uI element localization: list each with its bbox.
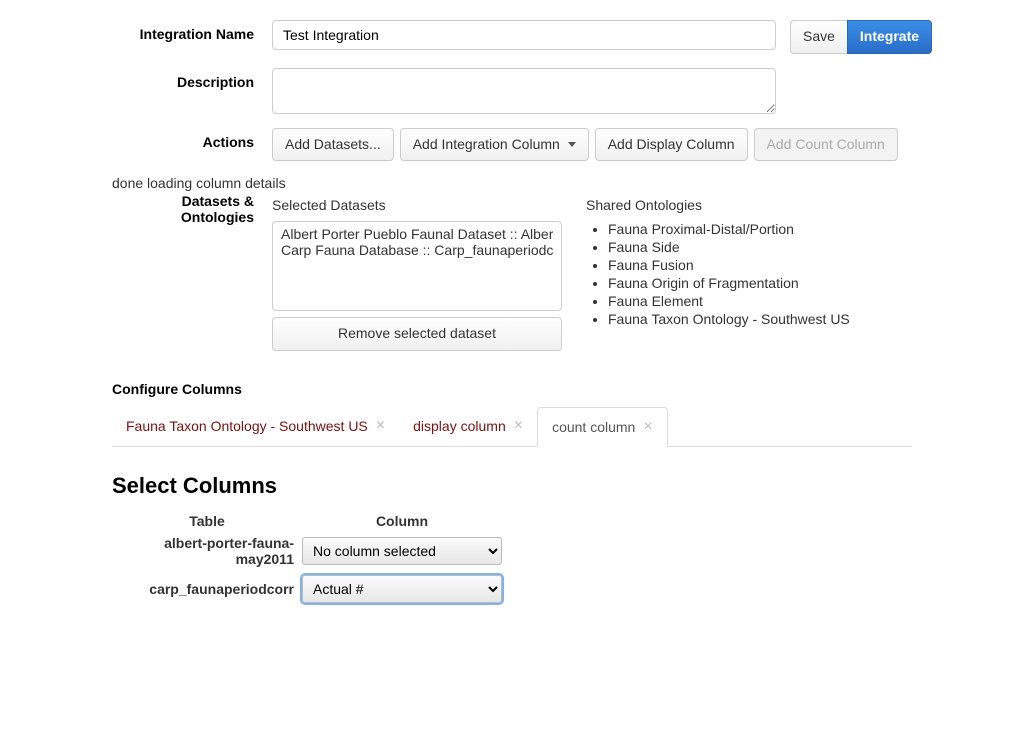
remove-dataset-button[interactable]: Remove selected dataset (272, 317, 562, 351)
tab-fauna-taxon[interactable]: Fauna Taxon Ontology - Southwest US × (112, 407, 399, 445)
close-icon[interactable]: × (643, 418, 652, 436)
ontology-item: Fauna Fusion (608, 257, 912, 273)
save-button[interactable]: Save (790, 20, 848, 54)
dataset-item[interactable]: Carp Fauna Database :: Carp_faunaperiodc… (281, 242, 553, 258)
column-select-0[interactable]: No column selected (302, 537, 502, 565)
column-select-1[interactable]: Actual # (302, 575, 502, 603)
ontology-item: Fauna Origin of Fragmentation (608, 275, 912, 291)
datasets-ontologies-label: Datasets & Ontologies (112, 193, 272, 225)
actions-label: Actions (112, 128, 272, 150)
ontology-item: Fauna Proximal-Distal/Portion (608, 221, 912, 237)
table-row-label: albert-porter-fauna-may2011 (112, 535, 302, 567)
ontologies-list: Fauna Proximal-Distal/Portion Fauna Side… (586, 221, 912, 327)
tab-label: Fauna Taxon Ontology - Southwest US (126, 418, 368, 434)
table-row-label: carp_faunaperiodcorr (112, 581, 302, 597)
column-tabs: Fauna Taxon Ontology - Southwest US × di… (112, 407, 912, 447)
datasets-listbox[interactable]: Albert Porter Pueblo Faunal Dataset :: A… (272, 221, 562, 311)
add-datasets-button[interactable]: Add Datasets... (272, 128, 394, 162)
dataset-item[interactable]: Albert Porter Pueblo Faunal Dataset :: A… (281, 226, 553, 242)
close-icon[interactable]: × (376, 417, 385, 435)
tab-display-column[interactable]: display column × (399, 407, 537, 445)
description-textarea[interactable] (272, 68, 776, 114)
table-header-table: Table (112, 513, 302, 529)
tab-label: count column (552, 419, 635, 435)
ontology-item: Fauna Side (608, 239, 912, 255)
tab-label: display column (413, 418, 506, 434)
table-header-column: Column (302, 513, 502, 529)
caret-down-icon (568, 142, 576, 147)
shared-ontologies-heading: Shared Ontologies (586, 197, 912, 213)
integration-name-label: Integration Name (112, 20, 272, 42)
add-integration-column-button[interactable]: Add Integration Column (400, 128, 589, 162)
add-display-column-button[interactable]: Add Display Column (595, 128, 748, 162)
close-icon[interactable]: × (514, 417, 523, 435)
ontology-item: Fauna Element (608, 293, 912, 309)
configure-columns-heading: Configure Columns (112, 381, 912, 397)
selected-datasets-heading: Selected Datasets (272, 197, 562, 213)
integration-name-input[interactable] (272, 20, 776, 50)
loading-status: done loading column details (112, 175, 912, 191)
add-integration-column-label: Add Integration Column (413, 136, 560, 152)
integrate-button[interactable]: Integrate (847, 20, 932, 54)
select-columns-heading: Select Columns (112, 473, 912, 499)
tab-count-column[interactable]: count column × (537, 407, 668, 447)
ontology-item: Fauna Taxon Ontology - Southwest US (608, 311, 912, 327)
add-count-column-button: Add Count Column (754, 128, 898, 162)
description-label: Description (112, 68, 272, 90)
